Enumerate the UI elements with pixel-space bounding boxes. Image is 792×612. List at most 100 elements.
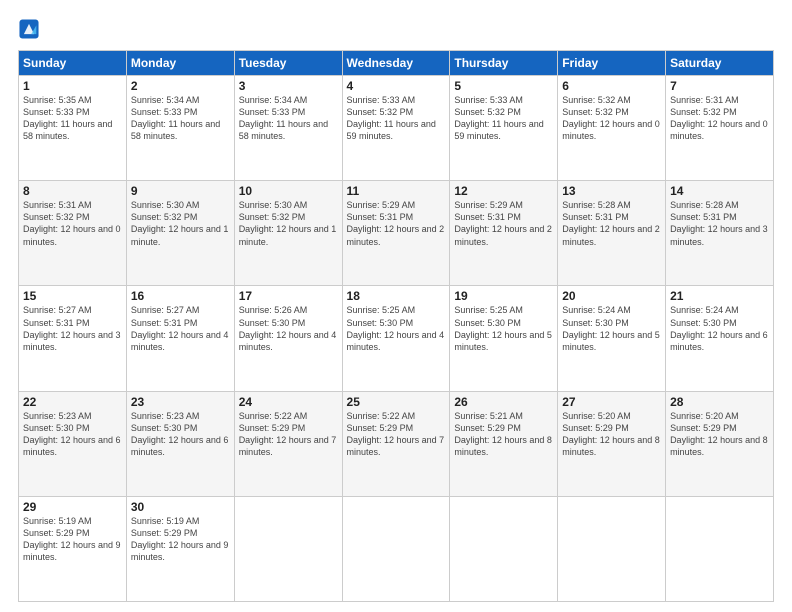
day-header-thursday: Thursday	[450, 51, 558, 76]
logo	[18, 18, 44, 40]
day-number: 8	[23, 184, 122, 198]
day-info: Sunrise: 5:25 AMSunset: 5:30 PMDaylight:…	[454, 304, 553, 353]
calendar-cell: 24 Sunrise: 5:22 AMSunset: 5:29 PMDaylig…	[234, 391, 342, 496]
calendar-cell: 2 Sunrise: 5:34 AMSunset: 5:33 PMDayligh…	[126, 76, 234, 181]
day-header-monday: Monday	[126, 51, 234, 76]
calendar-cell: 11 Sunrise: 5:29 AMSunset: 5:31 PMDaylig…	[342, 181, 450, 286]
calendar-cell: 28 Sunrise: 5:20 AMSunset: 5:29 PMDaylig…	[666, 391, 774, 496]
day-info: Sunrise: 5:25 AMSunset: 5:30 PMDaylight:…	[347, 304, 446, 353]
calendar-cell: 16 Sunrise: 5:27 AMSunset: 5:31 PMDaylig…	[126, 286, 234, 391]
day-info: Sunrise: 5:26 AMSunset: 5:30 PMDaylight:…	[239, 304, 338, 353]
day-info: Sunrise: 5:23 AMSunset: 5:30 PMDaylight:…	[131, 410, 230, 459]
day-number: 11	[347, 184, 446, 198]
calendar-cell: 29 Sunrise: 5:19 AMSunset: 5:29 PMDaylig…	[19, 496, 127, 601]
day-number: 9	[131, 184, 230, 198]
day-number: 1	[23, 79, 122, 93]
calendar-cell: 21 Sunrise: 5:24 AMSunset: 5:30 PMDaylig…	[666, 286, 774, 391]
day-number: 2	[131, 79, 230, 93]
day-info: Sunrise: 5:31 AMSunset: 5:32 PMDaylight:…	[670, 94, 769, 143]
day-header-wednesday: Wednesday	[342, 51, 450, 76]
day-number: 22	[23, 395, 122, 409]
day-info: Sunrise: 5:34 AMSunset: 5:33 PMDaylight:…	[131, 94, 230, 143]
day-info: Sunrise: 5:21 AMSunset: 5:29 PMDaylight:…	[454, 410, 553, 459]
day-number: 20	[562, 289, 661, 303]
day-info: Sunrise: 5:20 AMSunset: 5:29 PMDaylight:…	[670, 410, 769, 459]
day-number: 14	[670, 184, 769, 198]
day-info: Sunrise: 5:35 AMSunset: 5:33 PMDaylight:…	[23, 94, 122, 143]
day-number: 25	[347, 395, 446, 409]
day-number: 15	[23, 289, 122, 303]
day-number: 30	[131, 500, 230, 514]
calendar-cell: 13 Sunrise: 5:28 AMSunset: 5:31 PMDaylig…	[558, 181, 666, 286]
day-number: 7	[670, 79, 769, 93]
day-number: 5	[454, 79, 553, 93]
calendar-table: SundayMondayTuesdayWednesdayThursdayFrid…	[18, 50, 774, 602]
day-info: Sunrise: 5:27 AMSunset: 5:31 PMDaylight:…	[131, 304, 230, 353]
day-info: Sunrise: 5:33 AMSunset: 5:32 PMDaylight:…	[347, 94, 446, 143]
calendar-cell: 3 Sunrise: 5:34 AMSunset: 5:33 PMDayligh…	[234, 76, 342, 181]
day-info: Sunrise: 5:19 AMSunset: 5:29 PMDaylight:…	[23, 515, 122, 564]
day-number: 3	[239, 79, 338, 93]
calendar-cell: 30 Sunrise: 5:19 AMSunset: 5:29 PMDaylig…	[126, 496, 234, 601]
day-number: 26	[454, 395, 553, 409]
day-number: 27	[562, 395, 661, 409]
calendar-cell: 1 Sunrise: 5:35 AMSunset: 5:33 PMDayligh…	[19, 76, 127, 181]
day-info: Sunrise: 5:24 AMSunset: 5:30 PMDaylight:…	[562, 304, 661, 353]
day-number: 21	[670, 289, 769, 303]
day-header-saturday: Saturday	[666, 51, 774, 76]
calendar-cell: 17 Sunrise: 5:26 AMSunset: 5:30 PMDaylig…	[234, 286, 342, 391]
calendar-cell: 19 Sunrise: 5:25 AMSunset: 5:30 PMDaylig…	[450, 286, 558, 391]
day-number: 12	[454, 184, 553, 198]
calendar-cell: 4 Sunrise: 5:33 AMSunset: 5:32 PMDayligh…	[342, 76, 450, 181]
day-info: Sunrise: 5:32 AMSunset: 5:32 PMDaylight:…	[562, 94, 661, 143]
day-number: 4	[347, 79, 446, 93]
calendar-cell: 5 Sunrise: 5:33 AMSunset: 5:32 PMDayligh…	[450, 76, 558, 181]
day-info: Sunrise: 5:19 AMSunset: 5:29 PMDaylight:…	[131, 515, 230, 564]
day-info: Sunrise: 5:31 AMSunset: 5:32 PMDaylight:…	[23, 199, 122, 248]
calendar-cell: 9 Sunrise: 5:30 AMSunset: 5:32 PMDayligh…	[126, 181, 234, 286]
day-info: Sunrise: 5:27 AMSunset: 5:31 PMDaylight:…	[23, 304, 122, 353]
day-number: 28	[670, 395, 769, 409]
day-info: Sunrise: 5:22 AMSunset: 5:29 PMDaylight:…	[347, 410, 446, 459]
day-number: 13	[562, 184, 661, 198]
day-number: 23	[131, 395, 230, 409]
day-info: Sunrise: 5:23 AMSunset: 5:30 PMDaylight:…	[23, 410, 122, 459]
calendar-week-5: 29 Sunrise: 5:19 AMSunset: 5:29 PMDaylig…	[19, 496, 774, 601]
day-number: 16	[131, 289, 230, 303]
day-info: Sunrise: 5:28 AMSunset: 5:31 PMDaylight:…	[562, 199, 661, 248]
calendar-cell	[558, 496, 666, 601]
day-info: Sunrise: 5:20 AMSunset: 5:29 PMDaylight:…	[562, 410, 661, 459]
calendar-cell: 10 Sunrise: 5:30 AMSunset: 5:32 PMDaylig…	[234, 181, 342, 286]
day-number: 29	[23, 500, 122, 514]
day-info: Sunrise: 5:24 AMSunset: 5:30 PMDaylight:…	[670, 304, 769, 353]
day-number: 17	[239, 289, 338, 303]
day-info: Sunrise: 5:34 AMSunset: 5:33 PMDaylight:…	[239, 94, 338, 143]
calendar-week-2: 8 Sunrise: 5:31 AMSunset: 5:32 PMDayligh…	[19, 181, 774, 286]
day-info: Sunrise: 5:29 AMSunset: 5:31 PMDaylight:…	[454, 199, 553, 248]
calendar-week-4: 22 Sunrise: 5:23 AMSunset: 5:30 PMDaylig…	[19, 391, 774, 496]
calendar-cell: 8 Sunrise: 5:31 AMSunset: 5:32 PMDayligh…	[19, 181, 127, 286]
calendar-week-3: 15 Sunrise: 5:27 AMSunset: 5:31 PMDaylig…	[19, 286, 774, 391]
calendar-cell: 20 Sunrise: 5:24 AMSunset: 5:30 PMDaylig…	[558, 286, 666, 391]
day-number: 10	[239, 184, 338, 198]
calendar-cell: 22 Sunrise: 5:23 AMSunset: 5:30 PMDaylig…	[19, 391, 127, 496]
calendar-cell: 18 Sunrise: 5:25 AMSunset: 5:30 PMDaylig…	[342, 286, 450, 391]
calendar-cell: 14 Sunrise: 5:28 AMSunset: 5:31 PMDaylig…	[666, 181, 774, 286]
calendar-cell: 15 Sunrise: 5:27 AMSunset: 5:31 PMDaylig…	[19, 286, 127, 391]
day-info: Sunrise: 5:33 AMSunset: 5:32 PMDaylight:…	[454, 94, 553, 143]
calendar-cell	[666, 496, 774, 601]
calendar-cell	[234, 496, 342, 601]
day-header-friday: Friday	[558, 51, 666, 76]
day-number: 6	[562, 79, 661, 93]
calendar-cell: 26 Sunrise: 5:21 AMSunset: 5:29 PMDaylig…	[450, 391, 558, 496]
calendar-cell	[450, 496, 558, 601]
calendar-header-row: SundayMondayTuesdayWednesdayThursdayFrid…	[19, 51, 774, 76]
day-info: Sunrise: 5:29 AMSunset: 5:31 PMDaylight:…	[347, 199, 446, 248]
calendar-cell: 7 Sunrise: 5:31 AMSunset: 5:32 PMDayligh…	[666, 76, 774, 181]
day-header-tuesday: Tuesday	[234, 51, 342, 76]
calendar-cell: 6 Sunrise: 5:32 AMSunset: 5:32 PMDayligh…	[558, 76, 666, 181]
day-number: 24	[239, 395, 338, 409]
calendar-cell: 12 Sunrise: 5:29 AMSunset: 5:31 PMDaylig…	[450, 181, 558, 286]
day-header-sunday: Sunday	[19, 51, 127, 76]
header	[18, 18, 774, 40]
